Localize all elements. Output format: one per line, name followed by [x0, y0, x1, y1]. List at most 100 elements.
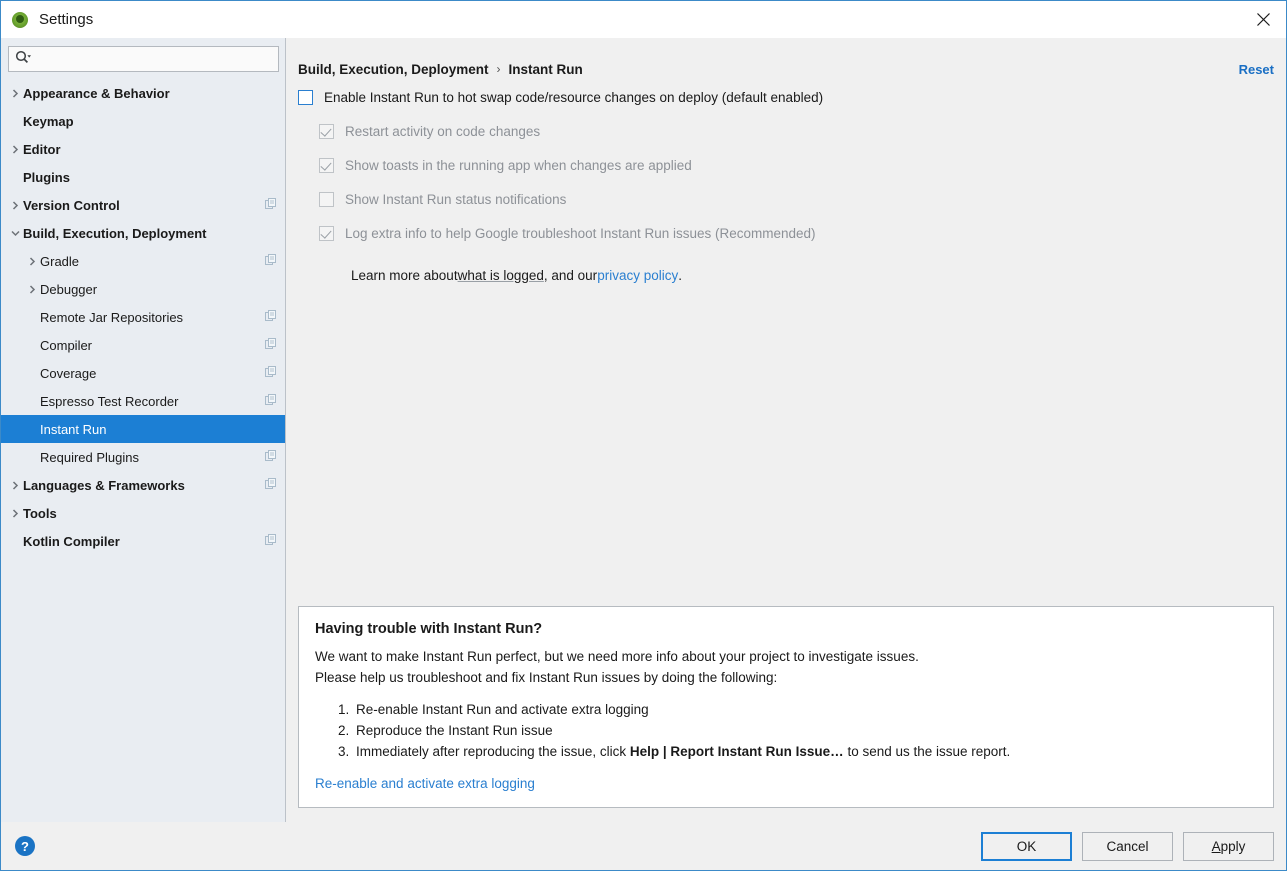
sidebar-item-label: Espresso Test Recorder: [40, 394, 259, 409]
sidebar-item-label: Remote Jar Repositories: [40, 310, 259, 325]
sidebar-item-label: Tools: [23, 506, 277, 521]
sidebar-item-required-plugins[interactable]: Required Plugins: [1, 443, 285, 471]
trouble-step-text: Immediately after reproducing the issue,…: [356, 744, 630, 759]
checkbox-checked: [319, 226, 334, 241]
module-scope-icon: [265, 198, 277, 213]
sidebar-item-label: Kotlin Compiler: [23, 534, 259, 549]
option-label: Log extra info to help Google troublesho…: [345, 224, 816, 243]
sidebar-item-gradle[interactable]: Gradle: [1, 247, 285, 275]
sidebar-item-label: Instant Run: [40, 422, 277, 437]
sidebar-item-label: Appearance & Behavior: [23, 86, 277, 101]
apply-button[interactable]: Apply: [1183, 832, 1274, 861]
sidebar-item-languages-frameworks[interactable]: Languages & Frameworks: [1, 471, 285, 499]
sidebar-item-label: Plugins: [23, 170, 277, 185]
cancel-button[interactable]: Cancel: [1082, 832, 1173, 861]
trouble-step: Reproduce the Instant Run issue: [353, 720, 1257, 741]
help-icon[interactable]: ?: [15, 836, 35, 856]
option-row: Restart activity on code changes: [298, 122, 1274, 156]
sidebar-item-label: Editor: [23, 142, 277, 157]
option-label: Show toasts in the running app when chan…: [345, 156, 692, 175]
checkbox-checked: [319, 124, 334, 139]
sidebar-item-label: Version Control: [23, 198, 259, 213]
module-scope-icon: [265, 534, 277, 549]
android-studio-icon: [12, 12, 28, 28]
module-scope-icon: [265, 450, 277, 465]
dialog-body: Appearance & Behavior Keymap Editor Plugins…: [1, 38, 1286, 822]
sidebar-item-plugins[interactable]: Plugins: [1, 163, 285, 191]
chevron-right-icon[interactable]: [7, 89, 23, 98]
breadcrumb: Build, Execution, Deployment › Instant R…: [298, 38, 1274, 86]
search-field[interactable]: [8, 46, 279, 72]
title-bar: Settings: [1, 1, 1286, 38]
module-scope-icon: [265, 366, 277, 381]
chevron-right-icon[interactable]: [24, 285, 40, 294]
sidebar-item-label: Languages & Frameworks: [23, 478, 259, 493]
sidebar-item-debugger[interactable]: Debugger: [1, 275, 285, 303]
sidebar-item-label: Debugger: [40, 282, 277, 297]
option-row[interactable]: Enable Instant Run to hot swap code/reso…: [298, 88, 1274, 122]
sidebar-item-label: Gradle: [40, 254, 259, 269]
sidebar-item-espresso-test-recorder[interactable]: Espresso Test Recorder: [1, 387, 285, 415]
learn-more-prefix: Learn more about: [351, 268, 458, 283]
trouble-paragraph-line-2: Please help us troubleshoot and fix Inst…: [315, 667, 1257, 688]
sidebar-item-coverage[interactable]: Coverage: [1, 359, 285, 387]
module-scope-icon: [265, 394, 277, 409]
sidebar-item-label: Keymap: [23, 114, 277, 129]
module-scope-icon: [265, 338, 277, 353]
trouble-step-text-after: to send us the issue report.: [844, 744, 1011, 759]
chevron-right-icon[interactable]: [7, 201, 23, 210]
sidebar-item-appearance-behavior[interactable]: Appearance & Behavior: [1, 79, 285, 107]
sidebar-item-instant-run[interactable]: Instant Run: [1, 415, 285, 443]
sidebar-item-label: Required Plugins: [40, 450, 259, 465]
settings-content-pane: Build, Execution, Deployment › Instant R…: [286, 38, 1286, 822]
chevron-right-icon[interactable]: [24, 257, 40, 266]
trouble-step: Immediately after reproducing the issue,…: [353, 741, 1257, 762]
trouble-step: Re-enable Instant Run and activate extra…: [353, 699, 1257, 720]
module-scope-icon: [265, 310, 277, 325]
sidebar-item-version-control[interactable]: Version Control: [1, 191, 285, 219]
option-label: Enable Instant Run to hot swap code/reso…: [324, 88, 823, 107]
chevron-right-icon[interactable]: [7, 509, 23, 518]
option-label: Restart activity on code changes: [345, 122, 540, 141]
learn-more-text: Learn more about what is logged, and our…: [298, 258, 1274, 292]
learn-more-middle: , and our: [544, 268, 597, 283]
sidebar-item-label: Build, Execution, Deployment: [23, 226, 277, 241]
chevron-right-icon[interactable]: [7, 145, 23, 154]
search-icon: [15, 50, 32, 68]
close-icon[interactable]: [1240, 1, 1286, 38]
chevron-down-icon[interactable]: [7, 229, 23, 238]
reset-link[interactable]: Reset: [1239, 62, 1274, 77]
module-scope-icon: [265, 478, 277, 493]
search-input[interactable]: [35, 49, 278, 69]
trouble-steps-list: Re-enable Instant Run and activate extra…: [315, 699, 1257, 762]
sidebar-item-remote-jar-repositories[interactable]: Remote Jar Repositories: [1, 303, 285, 331]
ok-button[interactable]: OK: [981, 832, 1072, 861]
privacy-policy-link[interactable]: privacy policy: [597, 268, 678, 283]
trouble-step-emphasis: Help | Report Instant Run Issue…: [630, 744, 844, 759]
what-is-logged-link[interactable]: what is logged: [458, 268, 544, 283]
footer-button-group: OK Cancel Apply: [981, 832, 1274, 861]
checkbox-checked: [319, 158, 334, 173]
trouble-paragraph-line-1: We want to make Instant Run perfect, but…: [315, 646, 1257, 667]
breadcrumb-separator-icon: ›: [497, 62, 501, 76]
breadcrumb-parent[interactable]: Build, Execution, Deployment: [298, 62, 489, 77]
option-row: Log extra info to help Google troublesho…: [298, 224, 1274, 258]
content-spacer: [298, 292, 1274, 606]
sidebar-item-compiler[interactable]: Compiler: [1, 331, 285, 359]
checkbox-unchecked[interactable]: [298, 90, 313, 105]
sidebar-item-keymap[interactable]: Keymap: [1, 107, 285, 135]
breadcrumb-current: Instant Run: [509, 62, 583, 77]
re-enable-logging-link[interactable]: Re-enable and activate extra logging: [315, 776, 535, 791]
chevron-right-icon[interactable]: [7, 481, 23, 490]
trouble-step-text: Re-enable Instant Run and activate extra…: [356, 702, 649, 717]
sidebar-item-tools[interactable]: Tools: [1, 499, 285, 527]
settings-sidebar: Appearance & Behavior Keymap Editor Plugins…: [1, 38, 286, 822]
option-label: Show Instant Run status notifications: [345, 190, 566, 209]
module-scope-icon: [265, 254, 277, 269]
sidebar-item-kotlin-compiler[interactable]: Kotlin Compiler: [1, 527, 285, 555]
sidebar-item-editor[interactable]: Editor: [1, 135, 285, 163]
sidebar-item-label: Compiler: [40, 338, 259, 353]
trouble-panel: Having trouble with Instant Run? We want…: [298, 606, 1274, 808]
trouble-step-text: Reproduce the Instant Run issue: [356, 723, 553, 738]
sidebar-item-build-execution-deployment[interactable]: Build, Execution, Deployment: [1, 219, 285, 247]
